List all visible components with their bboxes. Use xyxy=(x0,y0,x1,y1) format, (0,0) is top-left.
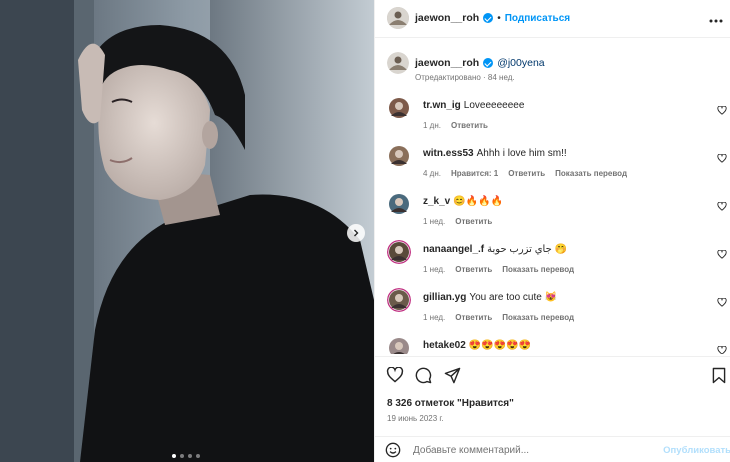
comment-body: Loveeeeeeee xyxy=(463,100,525,111)
comment-action-link[interactable]: Ответить xyxy=(451,121,488,130)
save-bookmark-icon[interactable] xyxy=(712,367,726,384)
comment-text: z_k_v 😊🔥🔥🔥 xyxy=(423,196,503,207)
comment-body: 😊🔥🔥🔥 xyxy=(453,196,504,207)
like-heart-icon[interactable] xyxy=(386,367,404,383)
commenter-avatar[interactable] xyxy=(387,288,411,312)
comment-row: nanaangel_.f جاي تزرب حوبة 🤭 1 нед. Ответит… xyxy=(375,236,730,282)
comment-timestamp: 4 дн. xyxy=(423,169,441,178)
caption-mention-link[interactable]: @j00yena xyxy=(497,57,544,69)
follow-button[interactable]: Подписаться xyxy=(505,13,570,24)
header-separator: • xyxy=(497,12,501,24)
comment-body: You are too cute 😻 xyxy=(469,292,558,303)
caption-author-avatar[interactable] xyxy=(387,52,409,74)
comment-input[interactable] xyxy=(413,442,643,458)
comment-row: z_k_v 😊🔥🔥🔥 1 нед. Ответить xyxy=(375,188,730,234)
comment-row: hetake02 😍😍😍😍😍 xyxy=(375,332,730,354)
comment-text: tr.wn_ig Loveeeeeeee xyxy=(423,100,524,111)
emoji-smiley-icon[interactable] xyxy=(385,442,401,458)
carousel-dot xyxy=(196,454,200,458)
commenter-avatar[interactable] xyxy=(387,240,411,264)
comment-timestamp: 1 нед. xyxy=(423,217,446,226)
comment-username[interactable]: nanaangel_.f xyxy=(423,244,484,255)
post-date: 19 июнь 2023 г. xyxy=(387,414,444,423)
comment-text: witn.ess53 Ahhh i love him sm!! xyxy=(423,148,567,159)
author-username[interactable]: jaewon__roh xyxy=(415,12,479,24)
comment-text: gillian.yg You are too cute 😻 xyxy=(423,292,557,303)
share-paper-plane-icon[interactable] xyxy=(444,367,461,384)
commenter-avatar[interactable] xyxy=(387,192,411,216)
comment-action-link[interactable]: Ответить xyxy=(455,265,492,274)
comment-row: gillian.yg You are too cute 😻 1 нед. Ответи… xyxy=(375,284,730,330)
comment-like-heart-icon[interactable] xyxy=(717,106,727,115)
commenter-avatar[interactable] xyxy=(387,144,411,168)
comment-body: Ahhh i love him sm!! xyxy=(476,148,567,159)
publish-comment-button[interactable]: Опубликовать xyxy=(663,445,730,456)
comment-action-link[interactable]: Ответить xyxy=(455,217,492,226)
comment-body: جاي تزرب حوبة 🤭 xyxy=(487,244,568,255)
comment-username[interactable]: z_k_v xyxy=(423,196,450,207)
comment-username[interactable]: witn.ess53 xyxy=(423,148,474,159)
carousel-dot xyxy=(188,454,192,458)
comment-like-heart-icon[interactable] xyxy=(717,154,727,163)
comment-meta: 4 дн. Нравится: 1 Ответить Показать перевод xyxy=(423,169,627,178)
add-comment-bar: Опубликовать xyxy=(375,436,730,462)
post-photo xyxy=(0,0,374,462)
comment-timestamp: 1 нед. xyxy=(423,265,446,274)
post-sidebar: jaewon__roh • Подписаться jaewon__roh @j… xyxy=(374,0,730,462)
comment-row: tr.wn_ig Loveeeeeeee 1 дн. Ответить xyxy=(375,92,730,138)
carousel-indicator xyxy=(172,454,200,458)
comment-meta: 1 нед. Ответить Показать перевод xyxy=(423,313,574,322)
comment-meta: 1 дн. Ответить xyxy=(423,121,488,130)
comment-username[interactable]: tr.wn_ig xyxy=(423,100,461,111)
commenter-avatar[interactable] xyxy=(387,96,411,120)
comment-bubble-icon[interactable] xyxy=(415,367,432,384)
comment-action-link[interactable]: Ответить xyxy=(508,169,545,178)
comment-timestamp: 1 нед. xyxy=(423,313,446,322)
caption-author[interactable]: jaewon__roh xyxy=(415,57,479,69)
comment-body: 😍😍😍😍😍 xyxy=(468,340,532,351)
comment-username[interactable]: gillian.yg xyxy=(423,292,466,303)
comment-like-heart-icon[interactable] xyxy=(717,346,727,354)
comment-username[interactable]: hetake02 xyxy=(423,340,466,351)
comment-action-link[interactable]: Показать перевод xyxy=(555,169,627,178)
carousel-dot xyxy=(172,454,176,458)
caption-meta: Отредактировано · 84 нед. xyxy=(415,73,515,82)
chevron-right-icon xyxy=(354,229,359,237)
comment-text: nanaangel_.f جاي تزرب حوبة 🤭 xyxy=(423,244,567,255)
comment-like-heart-icon[interactable] xyxy=(717,298,727,307)
commenter-avatar[interactable] xyxy=(387,336,411,354)
author-avatar[interactable] xyxy=(387,7,409,29)
comment-meta: 1 нед. Ответить xyxy=(423,217,492,226)
comment-action-link[interactable]: Ответить xyxy=(455,313,492,322)
more-horizontal-icon xyxy=(709,19,723,23)
photo-image xyxy=(0,0,374,462)
carousel-dot xyxy=(180,454,184,458)
verified-badge-icon xyxy=(483,58,494,68)
comments-list[interactable]: tr.wn_ig Loveeeeeeee 1 дн. Ответить witn.ess… xyxy=(375,92,730,354)
comment-timestamp: 1 дн. xyxy=(423,121,441,130)
likes-count[interactable]: 8 326 отметок "Нравится" xyxy=(387,398,514,409)
comment-like-heart-icon[interactable] xyxy=(717,250,727,259)
more-options-button[interactable] xyxy=(709,10,723,26)
comment-action-link[interactable]: Нравится: 1 xyxy=(451,169,498,178)
comment-action-link[interactable]: Показать перевод xyxy=(502,265,574,274)
comment-text: hetake02 😍😍😍😍😍 xyxy=(423,340,531,351)
comment-meta: 1 нед. Ответить Показать перевод xyxy=(423,265,574,274)
comment-like-heart-icon[interactable] xyxy=(717,202,727,211)
caption: jaewon__roh @j00yena xyxy=(415,57,545,69)
post-actions: 8 326 отметок "Нравится" 19 июнь 2023 г. xyxy=(375,356,730,446)
comment-row: witn.ess53 Ahhh i love him sm!! 4 дн. Нрави… xyxy=(375,140,730,186)
post-header: jaewon__roh • Подписаться xyxy=(375,0,730,38)
next-photo-button[interactable] xyxy=(347,224,365,242)
verified-badge-icon xyxy=(483,13,494,23)
comment-action-link[interactable]: Показать перевод xyxy=(502,313,574,322)
